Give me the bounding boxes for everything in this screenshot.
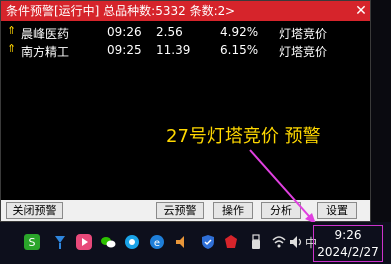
shield-red-icon[interactable] — [223, 234, 239, 250]
video-icon[interactable] — [76, 234, 92, 250]
s-app-icon[interactable]: S — [24, 234, 40, 250]
wechat-icon[interactable] — [100, 234, 116, 250]
taskbar-clock[interactable]: 9:26 2024/2/27 — [313, 225, 383, 262]
usb-icon[interactable] — [248, 234, 264, 250]
browser-icon[interactable]: e — [149, 234, 165, 250]
volume-icon[interactable] — [288, 234, 304, 250]
speaker-icon[interactable] — [174, 234, 190, 250]
clock-date: 2024/2/27 — [317, 245, 379, 259]
wifi-icon[interactable] — [271, 234, 287, 250]
svg-text:S: S — [29, 236, 36, 249]
pin-icon[interactable] — [52, 234, 68, 250]
shield-icon[interactable] — [200, 234, 216, 250]
svg-text:e: e — [154, 238, 160, 249]
chat-icon[interactable] — [124, 234, 140, 250]
clock-time: 9:26 — [334, 228, 362, 242]
